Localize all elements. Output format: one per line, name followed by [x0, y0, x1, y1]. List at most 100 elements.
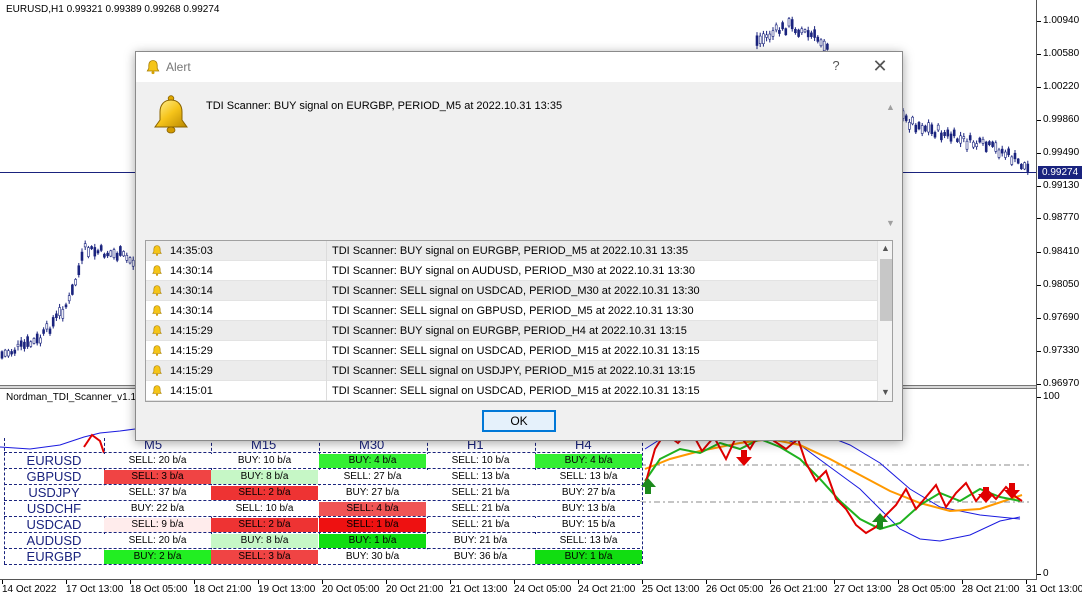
candle-body	[1023, 162, 1026, 170]
scanner-cell: BUY: 8 b/a	[211, 534, 318, 548]
candle-body	[112, 249, 116, 258]
candle-body	[755, 35, 759, 46]
help-button[interactable]: ?	[826, 58, 846, 76]
scanner-cell: BUY: 30 b/a	[319, 550, 426, 564]
candle-body	[924, 125, 927, 132]
scanner-cell: BUY: 4 b/a	[319, 454, 426, 468]
scanner-cell: SELL: 10 b/a	[427, 454, 534, 468]
scanner-cell: BUY: 22 b/a	[104, 502, 211, 516]
candle-body	[131, 259, 135, 267]
grid-line	[642, 438, 643, 564]
history-time: 14:15:29	[170, 325, 213, 337]
candle-body	[933, 132, 937, 138]
time-tick: 27 Oct 13:00	[834, 580, 892, 595]
scanner-cell: SELL: 21 b/a	[427, 502, 534, 516]
candle-body	[1020, 163, 1023, 170]
candle-body	[103, 253, 106, 258]
candle-body	[10, 351, 13, 355]
history-row[interactable]: 14:35:03 TDI Scanner: BUY signal on EURGB…	[146, 241, 877, 261]
price-axis[interactable]: 1.00940 1.00580 1.00220 0.99860 0.99490 …	[1036, 0, 1082, 580]
candle-body	[972, 141, 975, 148]
candle-body	[125, 254, 129, 261]
candle-body	[914, 124, 918, 133]
dialog-title-bar[interactable]: Alert ? ✕	[136, 52, 902, 82]
scroll-up-icon[interactable]: ▲	[881, 243, 890, 253]
column-divider	[326, 341, 327, 361]
history-row[interactable]: 14:15:29 TDI Scanner: SELL signal on USDC…	[146, 341, 877, 361]
scanner-cell: SELL: 9 b/a	[104, 518, 211, 532]
scroll-down-icon[interactable]: ▼	[886, 218, 895, 228]
candle-body	[959, 135, 962, 144]
time-axis[interactable]: 14 Oct 2022 17 Oct 13:00 18 Oct 05:00 18…	[0, 579, 1082, 600]
candle-body	[952, 129, 956, 137]
candle-body	[1000, 148, 1004, 154]
time-tick: 18 Oct 05:00	[130, 580, 188, 595]
candle-body	[74, 279, 77, 286]
candle-body	[26, 336, 29, 347]
rsi-line	[83, 433, 105, 454]
history-time: 14:15:29	[170, 345, 213, 357]
time-tick: 17 Oct 13:00	[66, 580, 124, 595]
candle-body	[797, 29, 800, 37]
scanner-cell: BUY: 2 b/a	[104, 550, 211, 564]
candle-body	[109, 250, 113, 257]
indicator-title: Nordman_TDI_Scanner_v1.1	[6, 392, 137, 403]
scanner-cell: SELL: 21 b/a	[427, 486, 534, 500]
history-row[interactable]: 14:15:29 TDI Scanner: SELL signal on USDJ…	[146, 361, 877, 381]
candle-body	[99, 245, 103, 251]
candle-body	[920, 125, 924, 134]
column-divider	[326, 261, 327, 281]
scanner-cell: SELL: 2 b/a	[211, 518, 318, 532]
upper-band	[0, 428, 136, 450]
ok-button[interactable]: OK	[482, 410, 556, 432]
scanner-cell: BUY: 15 b/a	[535, 518, 642, 532]
scanner-cell: SELL: 13 b/a	[535, 470, 642, 484]
history-time: 14:30:14	[170, 265, 213, 277]
price-tick: 1.00940	[1036, 15, 1080, 26]
alert-history-list[interactable]: 14:35:03 TDI Scanner: BUY signal on EURGB…	[145, 240, 893, 402]
candle-body	[765, 34, 768, 38]
history-row[interactable]: 14:15:01 TDI Scanner: SELL signal on USDC…	[146, 381, 877, 401]
candle-body	[978, 137, 982, 143]
history-row[interactable]: 14:15:29 TDI Scanner: BUY signal on EURGB…	[146, 321, 877, 341]
history-time: 14:15:29	[170, 365, 213, 377]
candle-body	[826, 43, 829, 50]
candle-body	[80, 251, 84, 261]
price-tick: 0.99860	[1036, 114, 1080, 125]
scroll-up-icon[interactable]: ▲	[886, 102, 895, 112]
candle-body	[930, 124, 934, 135]
scanner-symbol: GBPUSD	[26, 469, 82, 484]
column-divider	[326, 241, 327, 261]
history-row[interactable]: 14:30:14 TDI Scanner: BUY signal on AUDUS…	[146, 261, 877, 281]
candle-body	[988, 141, 991, 146]
candle-body	[3, 349, 7, 357]
column-divider	[326, 281, 327, 301]
candle-body	[768, 33, 772, 40]
candle-body	[790, 19, 794, 30]
scanner-cell: SELL: 10 b/a	[211, 502, 318, 516]
time-tick: 28 Oct 05:00	[898, 580, 956, 595]
scanner-cell: SELL: 1 b/a	[319, 518, 426, 532]
candle-body	[781, 22, 784, 30]
candle-body	[813, 29, 816, 38]
history-row[interactable]: 14:30:14 TDI Scanner: SELL signal on USDC…	[146, 281, 877, 301]
history-row[interactable]: 14:30:14 TDI Scanner: SELL signal on GBPU…	[146, 301, 877, 321]
candle-body	[806, 30, 810, 38]
sell-arrow-icon	[736, 450, 752, 466]
close-button[interactable]: ✕	[868, 55, 892, 77]
scroll-thumb[interactable]	[880, 259, 892, 321]
history-message: TDI Scanner: SELL signal on USDCAD, PERI…	[332, 345, 700, 357]
bell-icon	[151, 324, 163, 340]
scanner-cell: SELL: 20 b/a	[104, 454, 211, 468]
message-scrollbar[interactable]: ▲ ▼	[886, 100, 895, 230]
candle-body	[115, 252, 119, 261]
scroll-down-icon[interactable]: ▼	[881, 387, 890, 397]
history-scrollbar[interactable]: ▲ ▼	[877, 241, 892, 401]
candle-body	[1004, 151, 1007, 158]
candle-body	[106, 252, 109, 257]
scanner-cell: BUY: 36 b/a	[427, 550, 534, 564]
time-tick: 25 Oct 13:00	[642, 580, 700, 595]
time-tick: 31 Oct 13:00	[1026, 580, 1082, 595]
price-tick: 0.97330	[1036, 345, 1080, 356]
candle-body	[1010, 156, 1014, 165]
